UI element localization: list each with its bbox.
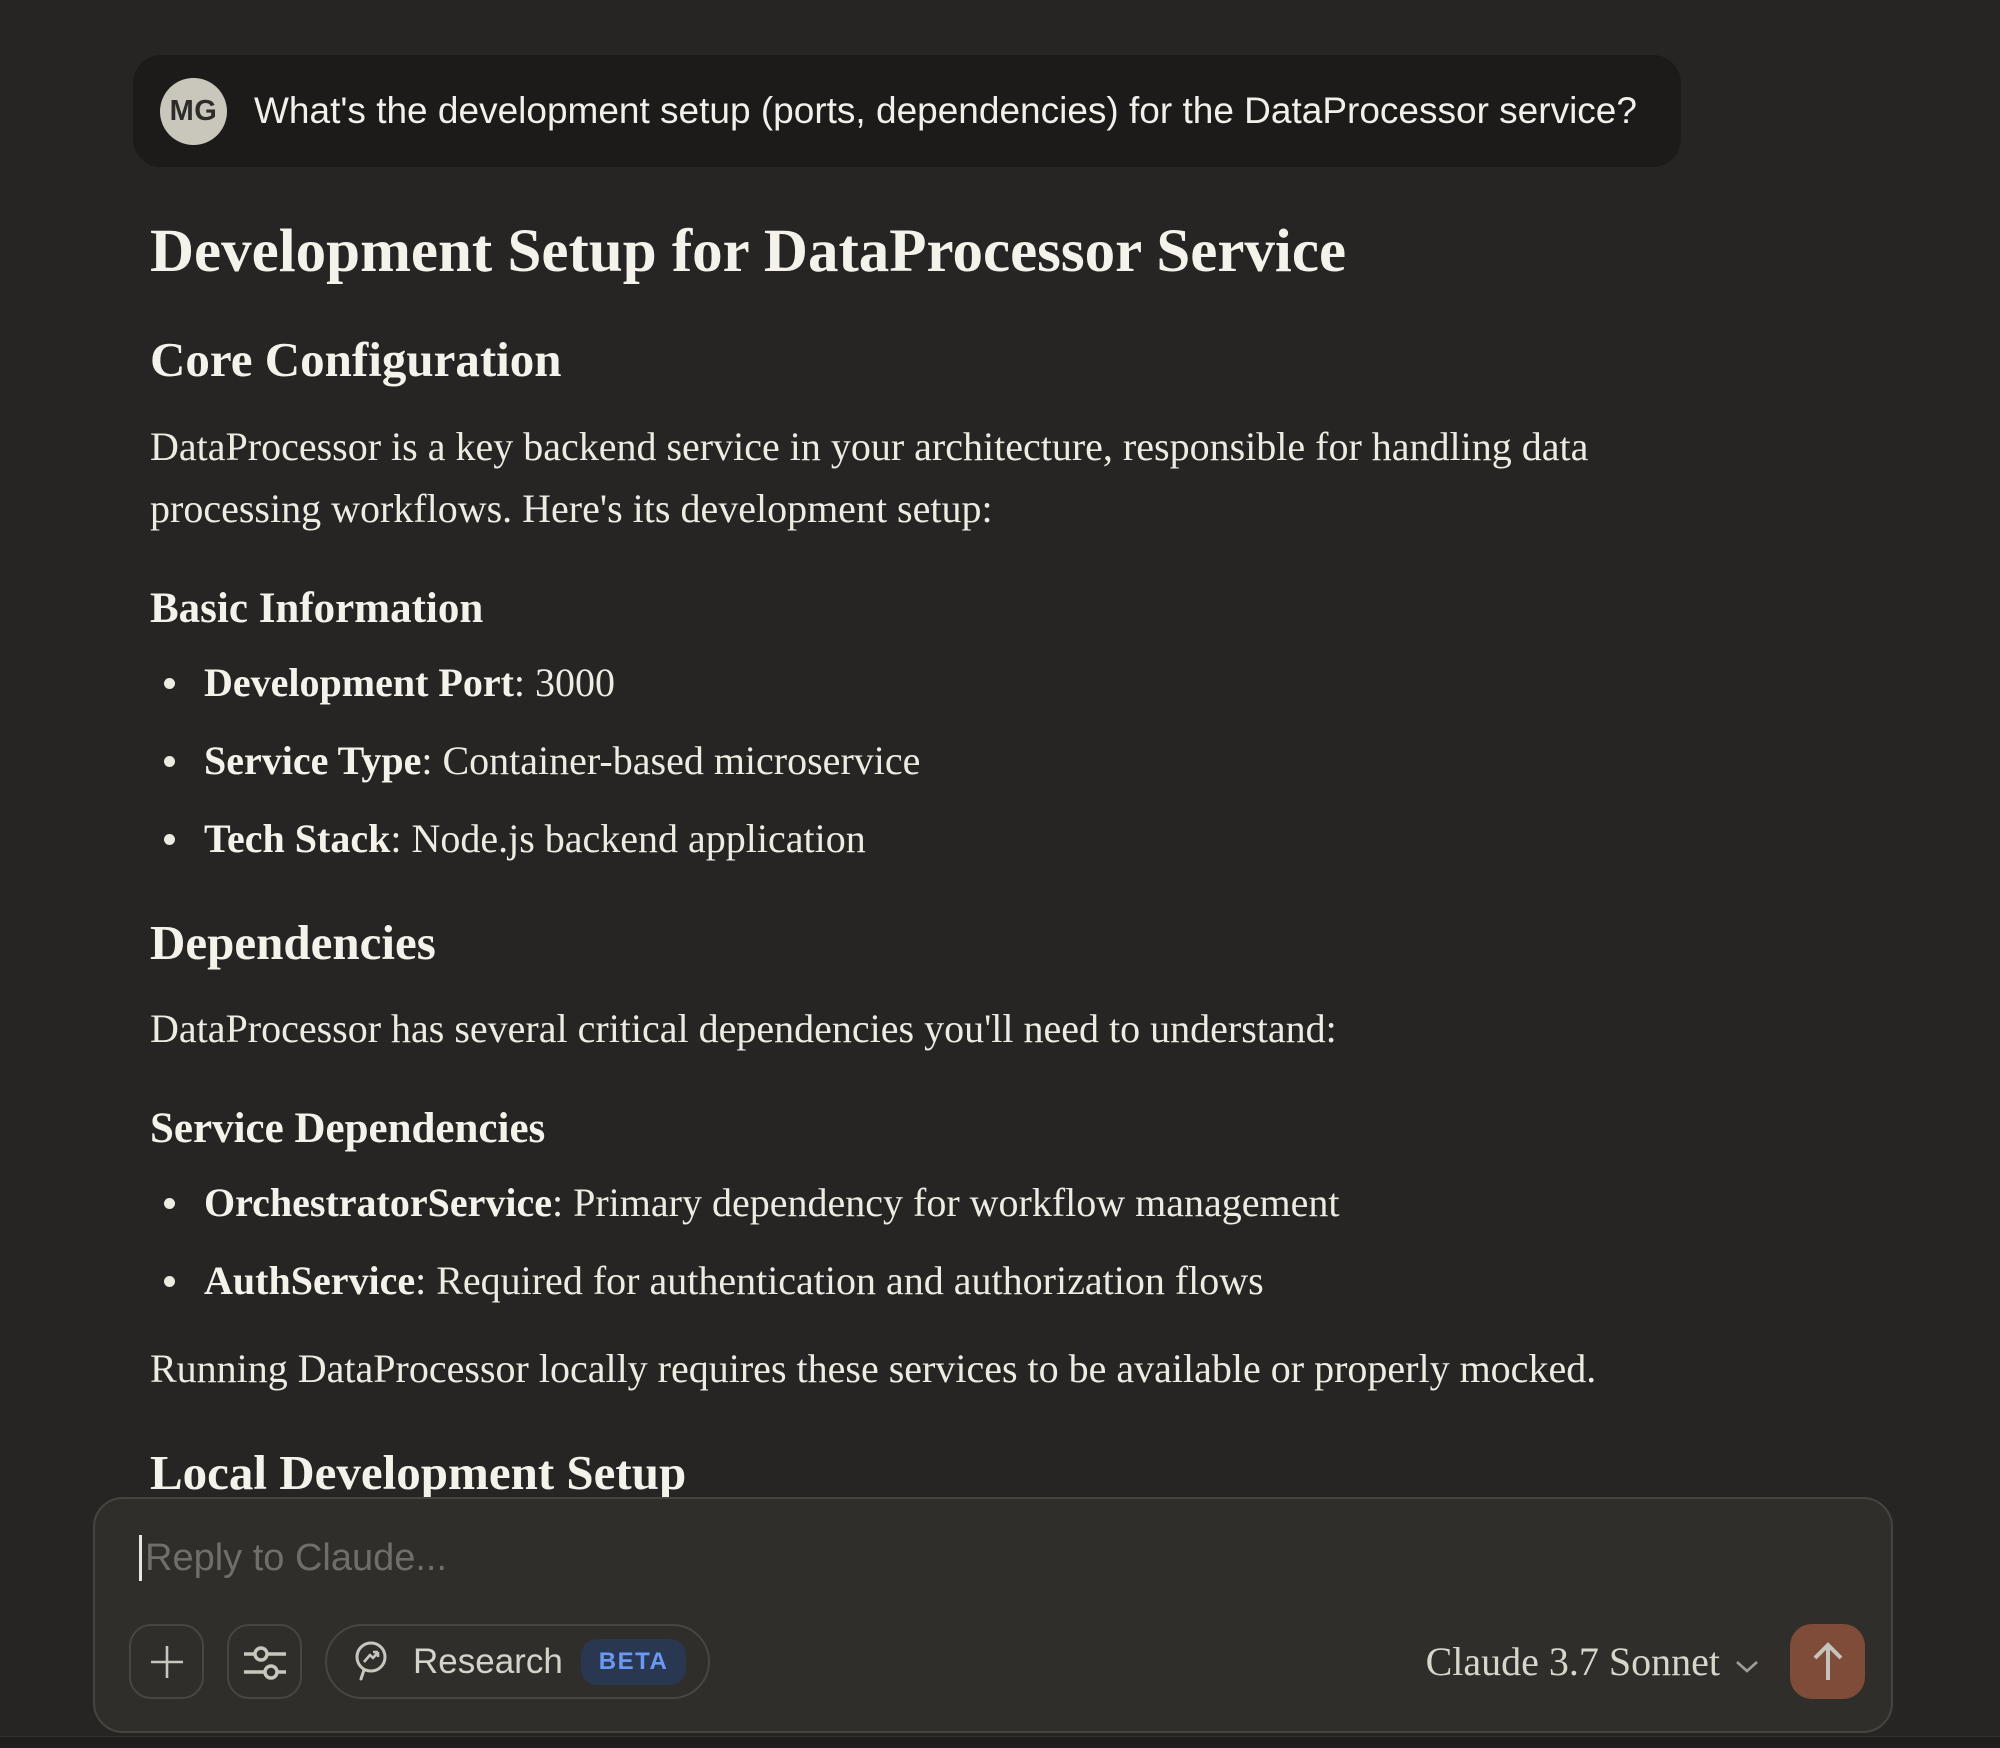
response-h2: Core Configuration	[150, 331, 1718, 390]
plus-icon	[147, 1642, 187, 1682]
list-item-term: Service Type	[204, 738, 421, 783]
text-caret	[139, 1535, 142, 1581]
avatar: MG	[160, 78, 227, 145]
user-message-text: What's the development setup (ports, dep…	[254, 87, 1637, 135]
response-h2: Dependencies	[150, 914, 1718, 973]
response-p: DataProcessor has several critical depen…	[150, 998, 1718, 1060]
list-item: OrchestratorService: Primary dependency …	[150, 1172, 1718, 1234]
list-item: AuthService: Required for authentication…	[150, 1250, 1718, 1312]
list-item-term: AuthService	[204, 1258, 415, 1303]
response-p: Running DataProcessor locally requires t…	[150, 1338, 1718, 1400]
list-item-term: Development Port	[204, 660, 514, 705]
list-item: Development Port: 3000	[150, 652, 1718, 714]
reply-input[interactable]: Reply to Claude...	[139, 1535, 447, 1581]
tools-button[interactable]	[227, 1624, 302, 1699]
bullet-list: Development Port: 3000 Service Type: Cont…	[150, 652, 1718, 870]
list-item-term: OrchestratorService	[204, 1180, 552, 1225]
model-selector[interactable]: Claude 3.7 Sonnet	[1426, 1638, 1760, 1685]
bottom-edge	[0, 1736, 2000, 1748]
response-h1: Development Setup for DataProcessor Serv…	[150, 217, 1718, 287]
reply-composer: Reply to Claude...	[93, 1497, 1893, 1733]
research-label: Research	[413, 1642, 563, 1682]
send-button[interactable]	[1790, 1624, 1865, 1699]
response-h3: Basic Information	[150, 582, 1718, 636]
bullet-list: OrchestratorService: Primary dependency …	[150, 1172, 1718, 1312]
list-item: Service Type: Container-based microservi…	[150, 730, 1718, 792]
response-p: DataProcessor is a key backend service i…	[150, 416, 1718, 540]
list-item: Tech Stack: Node.js backend application	[150, 808, 1718, 870]
response-h3: Service Dependencies	[150, 1102, 1718, 1156]
research-button[interactable]: Research BETA	[325, 1624, 710, 1699]
response-h2: Local Development Setup	[150, 1444, 1718, 1503]
user-message-bubble: MG What's the development setup (ports, …	[133, 55, 1681, 167]
magnifier-trend-icon	[351, 1639, 395, 1685]
list-item-term: Tech Stack	[204, 816, 390, 861]
arrow-up-icon	[1808, 1640, 1848, 1684]
response-content: Development Setup for DataProcessor Serv…	[150, 167, 1718, 1503]
reply-placeholder: Reply to Claude...	[145, 1537, 447, 1580]
attach-button[interactable]	[129, 1624, 204, 1699]
sliders-icon	[242, 1640, 288, 1684]
chevron-down-icon	[1734, 1657, 1760, 1675]
model-name: Claude 3.7 Sonnet	[1426, 1638, 1720, 1685]
beta-badge: BETA	[581, 1639, 687, 1685]
